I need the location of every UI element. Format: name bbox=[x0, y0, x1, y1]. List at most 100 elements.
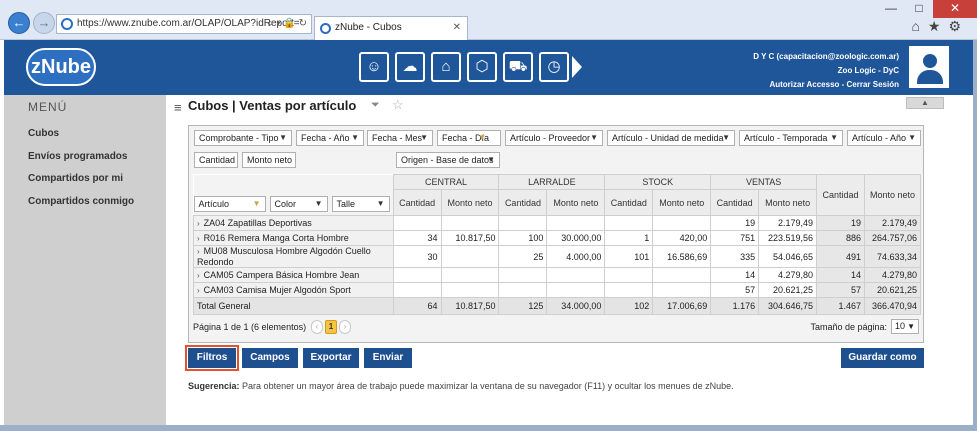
filter-chip-articulo-proveedor[interactable]: Artículo - Proveedor ▼ bbox=[505, 130, 603, 146]
avatar[interactable] bbox=[909, 46, 949, 88]
grand-total-cell: 366.470,94 bbox=[864, 297, 921, 315]
current-page-button[interactable]: 1 bbox=[325, 320, 337, 334]
star-icon[interactable]: ☆ bbox=[392, 97, 404, 113]
column-chip-origen[interactable]: Origen - Base de datos ▼ bbox=[396, 152, 500, 168]
back-button[interactable]: ← bbox=[8, 12, 30, 34]
box-module-icon[interactable]: ⬡ bbox=[467, 52, 497, 82]
row-label: MU08 Musculosa Hombre Algodón Cuello Red… bbox=[197, 246, 371, 267]
cell: 16.586,69 bbox=[652, 245, 712, 268]
measure-header: Monto neto bbox=[758, 189, 818, 216]
cell bbox=[604, 215, 654, 231]
measure-header: Monto neto bbox=[546, 189, 606, 216]
chip-label: Color bbox=[274, 199, 297, 209]
total-cell: 74.633,34 bbox=[864, 245, 921, 268]
filtros-button[interactable]: Filtros bbox=[185, 345, 239, 371]
cloud-gear-module-icon[interactable]: ☁ bbox=[395, 52, 425, 82]
sidebar-item-envios[interactable]: Envíos programados bbox=[28, 151, 127, 162]
user-info: D Y C (capacitacion@zoologic.com.ar) Zoo… bbox=[753, 50, 899, 92]
grand-cell: 102 bbox=[604, 297, 654, 315]
hamburger-icon[interactable]: ≡ bbox=[174, 100, 182, 115]
warehouse-module-icon[interactable]: ⌂ bbox=[431, 52, 461, 82]
chip-label: Origen - Base de datos bbox=[401, 155, 494, 165]
row-chip-color[interactable]: Color ▼ bbox=[269, 196, 328, 212]
row-header[interactable]: › CAM03 Camisa Mujer Algodón Sport bbox=[193, 282, 394, 298]
sidebar: MENÚ Cubos Envíos programados Compartido… bbox=[4, 95, 166, 425]
exportar-button[interactable]: Exportar bbox=[303, 348, 359, 368]
row-label: R016 Remera Manga Corta Hombre bbox=[203, 233, 349, 243]
maximize-button[interactable]: □ bbox=[905, 0, 933, 18]
filter-chip-fecha-anio[interactable]: Fecha - Año ▼ bbox=[296, 130, 364, 146]
close-button[interactable]: ✕ bbox=[933, 0, 977, 18]
modules-next-icon[interactable] bbox=[572, 56, 582, 78]
col-header-stock[interactable]: STOCK bbox=[604, 174, 712, 190]
total-cell: 14 bbox=[816, 267, 865, 283]
total-cell: 57 bbox=[816, 282, 865, 298]
sidebar-item-cubos[interactable]: Cubos bbox=[28, 128, 59, 139]
avatar-head-icon bbox=[923, 54, 937, 68]
browser-tab[interactable]: zNube - Cubos ✕ bbox=[314, 16, 468, 40]
sidebar-item-compartidos-conmigo[interactable]: Compartidos conmigo bbox=[28, 196, 134, 207]
clock-module-icon[interactable]: ◷ bbox=[539, 52, 569, 82]
col-header-central[interactable]: CENTRAL bbox=[392, 174, 500, 190]
sidebar-item-compartidos-por-mi[interactable]: Compartidos por mi bbox=[28, 173, 123, 184]
cell: 101 bbox=[604, 245, 654, 268]
data-chip-cantidad[interactable]: Cantidad bbox=[194, 152, 238, 168]
suggestion-text: Sugerencia: Para obtener un mayor área d… bbox=[188, 381, 734, 391]
tab-close-icon[interactable]: ✕ bbox=[453, 17, 461, 39]
row-header[interactable]: › CAM05 Campera Básica Hombre Jean bbox=[193, 267, 394, 283]
row-chip-talle[interactable]: Talle ▼ bbox=[331, 196, 390, 212]
cell bbox=[392, 267, 442, 283]
page-size-select[interactable]: 10 ▼ bbox=[891, 319, 919, 334]
enviar-button[interactable]: Enviar bbox=[364, 348, 412, 368]
campos-button[interactable]: Campos bbox=[242, 348, 298, 368]
chip-label: Artículo - Año bbox=[852, 133, 907, 143]
next-page-icon[interactable]: › bbox=[339, 320, 351, 334]
filter-chip-articulo-anio[interactable]: Artículo - Año ▼ bbox=[847, 130, 921, 146]
cart-module-icon[interactable]: ⛟ bbox=[503, 52, 533, 82]
col-header-ventas[interactable]: VENTAS bbox=[710, 174, 818, 190]
total-cell: 264.757,06 bbox=[864, 230, 921, 246]
chevron-right-icon: › bbox=[197, 286, 200, 295]
prev-page-icon[interactable]: ‹ bbox=[311, 320, 323, 334]
filter-icon[interactable]: ⏷ bbox=[371, 99, 380, 112]
znube-logo[interactable]: zNube bbox=[26, 48, 96, 86]
filter-chip-fecha-mes[interactable]: Fecha - Mes ▼ bbox=[367, 130, 433, 146]
browser-chrome: ← → https://www.znube.com.ar/OLAP/OLAP?i… bbox=[0, 0, 977, 40]
data-chip-monto-neto[interactable]: Monto neto bbox=[242, 152, 296, 168]
row-label: CAM03 Camisa Mujer Algodón Sport bbox=[203, 285, 351, 295]
row-chip-articulo[interactable]: Artículo ▼ bbox=[193, 196, 266, 212]
session-links[interactable]: Autorizar Accesso - Cerrar Sesión bbox=[753, 78, 899, 92]
cell bbox=[498, 215, 548, 231]
avatar-body-icon bbox=[917, 70, 943, 84]
total-cell: 491 bbox=[816, 245, 865, 268]
guardar-como-button[interactable]: Guardar como bbox=[841, 348, 924, 368]
address-controls-icon[interactable]: ⌕ ▾ 🔒 ↻ bbox=[268, 15, 307, 33]
cell: 335 bbox=[710, 245, 760, 268]
users-module-icon[interactable]: ☺ bbox=[359, 52, 389, 82]
chip-label: Comprobante - Tipo bbox=[199, 133, 279, 143]
filter-chip-fecha-dia[interactable]: Fecha - Día ▼ bbox=[437, 130, 501, 146]
collapse-header-button[interactable]: ▲ bbox=[906, 97, 944, 109]
window-border-bottom bbox=[0, 425, 977, 431]
filter-chip-articulo-temporada[interactable]: Artículo - Temporada ▼ bbox=[739, 130, 843, 146]
row-header[interactable]: › MU08 Musculosa Hombre Algodón Cuello Re… bbox=[193, 245, 394, 268]
filter-chip-articulo-unidad[interactable]: Artículo - Unidad de medida ▼ bbox=[607, 130, 735, 146]
chevron-down-icon: ▼ bbox=[279, 133, 287, 142]
chip-label: Talle bbox=[336, 199, 356, 209]
cell bbox=[392, 215, 442, 231]
pivot-table: Artículo ▼ Color ▼ Talle ▼ CENTRAL LARRALDE… bbox=[193, 174, 921, 315]
measure-header: Monto neto bbox=[652, 189, 712, 216]
col-header-total-cantidad: Cantidad bbox=[816, 174, 865, 216]
measure-header: Cantidad bbox=[604, 189, 654, 216]
col-header-larralde[interactable]: LARRALDE bbox=[498, 174, 606, 190]
toolbar-icons[interactable]: ⌂★⚙ bbox=[911, 18, 969, 35]
minimize-button[interactable]: — bbox=[877, 0, 905, 18]
filter-chip-comprobante-tipo[interactable]: Comprobante - Tipo ▼ bbox=[194, 130, 292, 146]
row-header[interactable]: › R016 Remera Manga Corta Hombre bbox=[193, 230, 394, 246]
address-bar[interactable]: https://www.znube.com.ar/OLAP/OLAP?idRep… bbox=[56, 14, 312, 34]
cell: 751 bbox=[710, 230, 760, 246]
table-row: › CAM05 Campera Básica Hombre Jean 14 4.2… bbox=[193, 267, 921, 283]
forward-button[interactable]: → bbox=[33, 12, 55, 34]
cell bbox=[604, 267, 654, 283]
row-header[interactable]: › ZA04 Zapatillas Deportivas bbox=[193, 215, 394, 231]
